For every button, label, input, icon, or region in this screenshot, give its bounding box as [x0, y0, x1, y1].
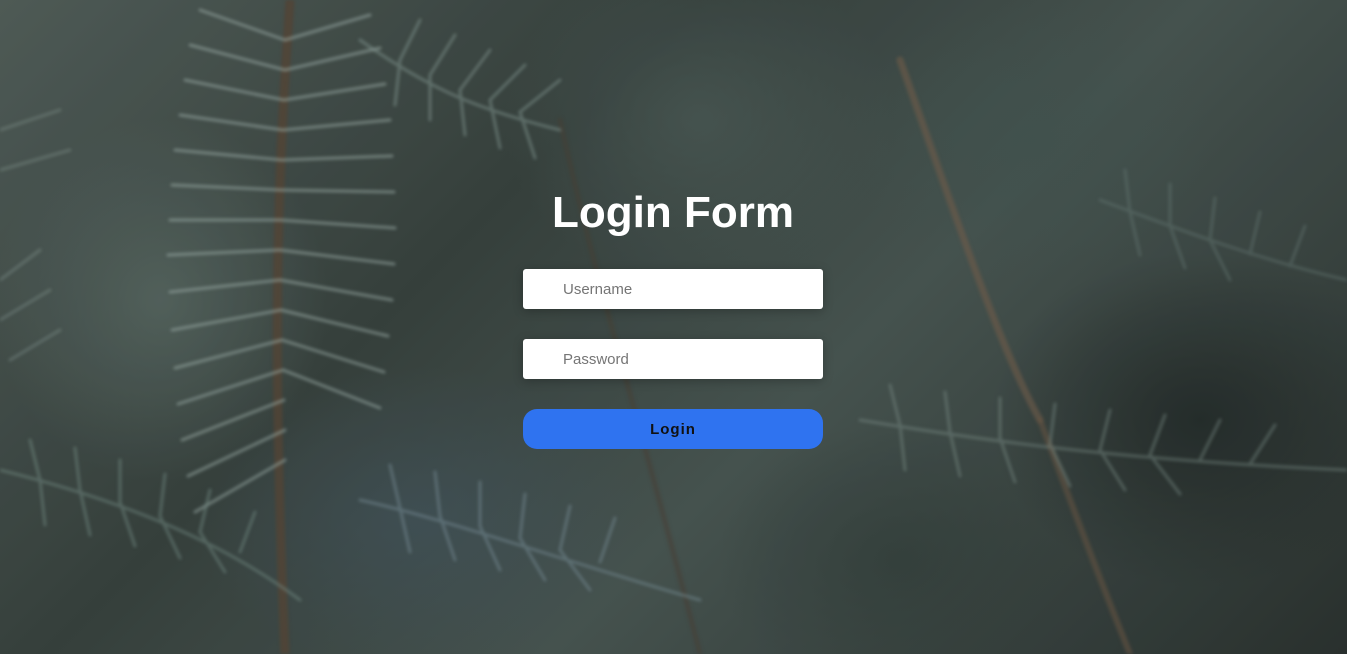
login-button[interactable]: Login: [523, 409, 823, 449]
username-input[interactable]: [523, 269, 823, 309]
login-form: Login Form Login: [523, 185, 823, 449]
form-title: Login Form: [552, 188, 794, 237]
password-input[interactable]: [523, 339, 823, 379]
